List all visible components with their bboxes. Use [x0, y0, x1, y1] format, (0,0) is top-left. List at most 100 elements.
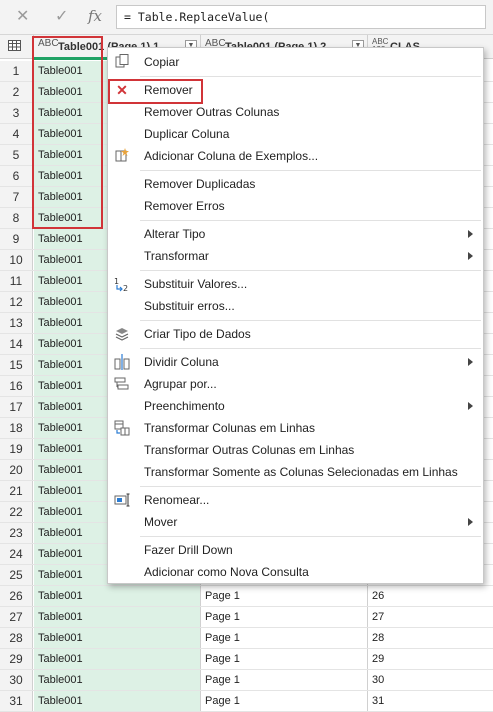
- menu-item-dividir-coluna[interactable]: Dividir Coluna: [108, 351, 483, 373]
- table-cell[interactable]: 26: [368, 586, 493, 606]
- table-row[interactable]: 27 Table001 Page 1 27: [0, 607, 493, 628]
- row-number[interactable]: 30: [0, 670, 33, 690]
- row-number[interactable]: 13: [0, 313, 33, 333]
- table-row[interactable]: 26 Table001 Page 1 26: [0, 586, 493, 607]
- row-number[interactable]: 28: [0, 628, 33, 648]
- menu-item-label: Remover Outras Colunas: [144, 105, 280, 119]
- row-number[interactable]: 26: [0, 586, 33, 606]
- table-cell[interactable]: Table001: [34, 628, 201, 648]
- formula-bar: ✕ ✓ fx = Table.ReplaceValue(: [0, 0, 493, 35]
- unpivot-icon: [114, 420, 130, 436]
- row-number[interactable]: 15: [0, 355, 33, 375]
- table-cell[interactable]: Table001: [34, 670, 201, 690]
- menu-item-agrupar-por[interactable]: Agrupar por...: [108, 373, 483, 395]
- table-row[interactable]: 29 Table001 Page 1 29: [0, 649, 493, 670]
- row-number[interactable]: 20: [0, 460, 33, 480]
- menu-item-label: Substituir Valores...: [144, 277, 248, 291]
- menu-item-substituir-erros[interactable]: Substituir erros...: [108, 295, 483, 317]
- row-number[interactable]: 11: [0, 271, 33, 291]
- chevron-right-icon: [468, 402, 473, 410]
- row-number[interactable]: 4: [0, 124, 33, 144]
- menu-item-renomear[interactable]: Renomear...: [108, 489, 483, 511]
- table-cell[interactable]: Page 1: [201, 628, 368, 648]
- row-number[interactable]: 25: [0, 565, 33, 585]
- menu-item-remover-erros[interactable]: Remover Erros: [108, 195, 483, 217]
- menu-item-label: Remover Erros: [144, 199, 225, 213]
- row-number[interactable]: 22: [0, 502, 33, 522]
- rename-icon: [114, 492, 130, 508]
- table-cell[interactable]: Page 1: [201, 586, 368, 606]
- menu-item-substituir-valores[interactable]: 12 Substituir Valores...: [108, 273, 483, 295]
- menu-item-copiar[interactable]: Copiar: [108, 51, 483, 73]
- menu-item-adicionar-como-nova-consulta[interactable]: Adicionar como Nova Consulta: [108, 561, 483, 583]
- menu-item-fazer-drill-down[interactable]: Fazer Drill Down: [108, 539, 483, 561]
- close-icon[interactable]: ✕: [16, 8, 29, 26]
- chevron-right-icon: [468, 252, 473, 260]
- menu-item-transformar-colunas-em-linhas[interactable]: Transformar Colunas em Linhas: [108, 417, 483, 439]
- table-cell[interactable]: 27: [368, 607, 493, 627]
- row-number[interactable]: 17: [0, 397, 33, 417]
- row-number[interactable]: 23: [0, 523, 33, 543]
- table-menu-button[interactable]: [0, 35, 34, 59]
- row-number[interactable]: 14: [0, 334, 33, 354]
- menu-separator: [140, 76, 481, 77]
- row-number[interactable]: 27: [0, 607, 33, 627]
- table-cell[interactable]: Table001: [34, 649, 201, 669]
- fx-icon[interactable]: fx: [88, 7, 102, 25]
- table-row[interactable]: 30 Table001 Page 1 30: [0, 670, 493, 691]
- row-number[interactable]: 5: [0, 145, 33, 165]
- row-number[interactable]: 10: [0, 250, 33, 270]
- row-number[interactable]: 21: [0, 481, 33, 501]
- table-cell[interactable]: Page 1: [201, 691, 368, 711]
- table-cell[interactable]: Page 1: [201, 649, 368, 669]
- row-number[interactable]: 1: [0, 61, 33, 81]
- row-number[interactable]: 19: [0, 439, 33, 459]
- row-number[interactable]: 3: [0, 103, 33, 123]
- menu-item-label: Preenchimento: [144, 399, 225, 413]
- row-number[interactable]: 8: [0, 208, 33, 228]
- menu-item-remover-duplicadas[interactable]: Remover Duplicadas: [108, 173, 483, 195]
- table-cell[interactable]: Page 1: [201, 670, 368, 690]
- menu-item-remover-outras-colunas[interactable]: Remover Outras Colunas: [108, 101, 483, 123]
- row-number[interactable]: 2: [0, 82, 33, 102]
- menu-item-label: Copiar: [144, 55, 180, 69]
- table-cell[interactable]: Table001: [34, 691, 201, 711]
- row-number[interactable]: 18: [0, 418, 33, 438]
- row-number[interactable]: 6: [0, 166, 33, 186]
- menu-item-label: Duplicar Coluna: [144, 127, 230, 141]
- row-number[interactable]: 9: [0, 229, 33, 249]
- menu-item-transformar-outras-colunas-em-linhas[interactable]: Transformar Outras Colunas em Linhas: [108, 439, 483, 461]
- table-icon: [8, 40, 21, 51]
- table-cell[interactable]: Table001: [34, 586, 201, 606]
- menu-item-duplicar-coluna[interactable]: Duplicar Coluna: [108, 123, 483, 145]
- row-number[interactable]: 7: [0, 187, 33, 207]
- row-number[interactable]: 16: [0, 376, 33, 396]
- check-icon[interactable]: ✓: [55, 8, 68, 26]
- menu-item-label: Alterar Tipo: [144, 227, 206, 241]
- menu-item-preenchimento[interactable]: Preenchimento: [108, 395, 483, 417]
- table-cell[interactable]: 31: [368, 691, 493, 711]
- menu-item-alterar-tipo[interactable]: Alterar Tipo: [108, 223, 483, 245]
- menu-item-label: Transformar Colunas em Linhas: [144, 421, 315, 435]
- menu-item-transformar-somente-selecionadas[interactable]: Transformar Somente as Colunas Seleciona…: [108, 461, 483, 483]
- table-cell[interactable]: 29: [368, 649, 493, 669]
- menu-separator: [140, 220, 481, 221]
- menu-item-mover[interactable]: Mover: [108, 511, 483, 533]
- formula-input[interactable]: = Table.ReplaceValue(: [116, 5, 486, 29]
- table-row[interactable]: 28 Table001 Page 1 28: [0, 628, 493, 649]
- row-number[interactable]: 29: [0, 649, 33, 669]
- row-number[interactable]: 31: [0, 691, 33, 711]
- menu-item-adicionar-coluna-de-exemplos[interactable]: Adicionar Coluna de Exemplos...: [108, 145, 483, 167]
- menu-item-label: Renomear...: [144, 493, 210, 507]
- row-number[interactable]: 24: [0, 544, 33, 564]
- table-row[interactable]: 31 Table001 Page 1 31: [0, 691, 493, 712]
- table-cell[interactable]: 28: [368, 628, 493, 648]
- table-cell[interactable]: 30: [368, 670, 493, 690]
- column-highlight-box: [32, 36, 103, 229]
- table-cell[interactable]: Page 1: [201, 607, 368, 627]
- menu-item-transformar[interactable]: Transformar: [108, 245, 483, 267]
- menu-item-criar-tipo-de-dados[interactable]: Criar Tipo de Dados: [108, 323, 483, 345]
- menu-separator: [140, 348, 481, 349]
- table-cell[interactable]: Table001: [34, 607, 201, 627]
- row-number[interactable]: 12: [0, 292, 33, 312]
